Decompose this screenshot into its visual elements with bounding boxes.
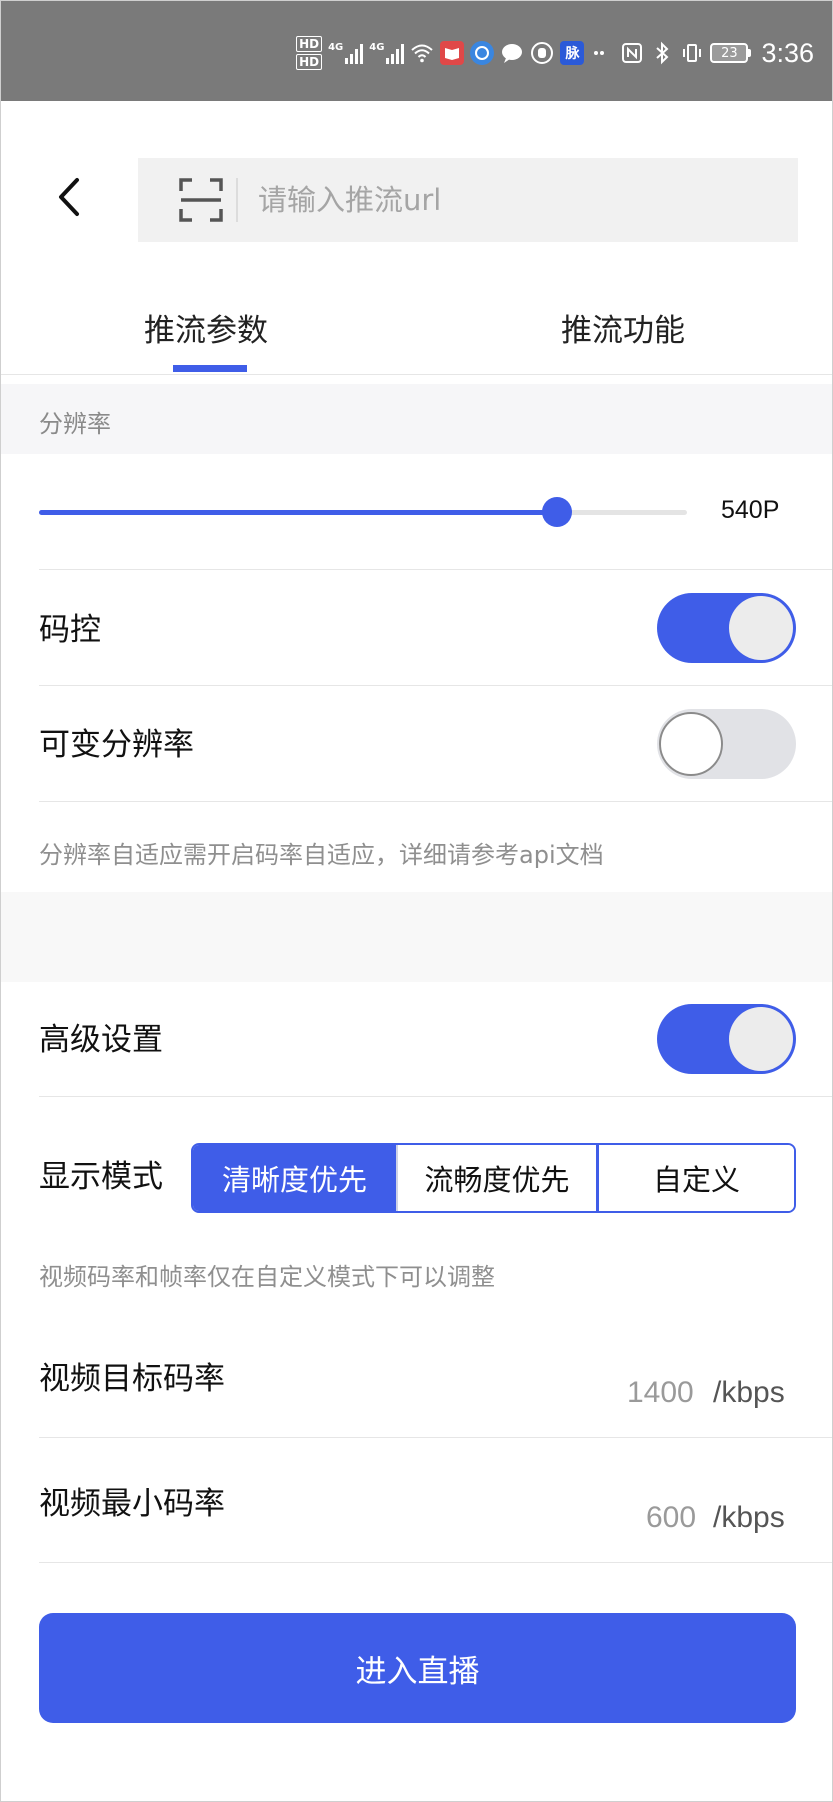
mode-custom[interactable]: 自定义 (596, 1145, 794, 1211)
divider (39, 1096, 832, 1097)
divider (39, 1562, 832, 1563)
divider (39, 801, 832, 802)
app-screen: HD HD 4G 4G 脉 23 3:36 请输入推流url 推流参数 推流功能… (0, 0, 833, 1802)
tab-push-functions[interactable]: 推流功能 (561, 305, 685, 350)
hd-badge-1: HD (296, 36, 323, 52)
advanced-settings-toggle[interactable] (657, 1004, 796, 1074)
vibrate-icon (683, 44, 702, 62)
scan-icon[interactable] (178, 177, 224, 223)
toggle-knob (659, 712, 723, 776)
min-bitrate-value[interactable]: 600 (646, 1501, 696, 1535)
mode-clarity-first[interactable]: 清晰度优先 (193, 1145, 396, 1211)
push-url-input[interactable] (258, 183, 738, 217)
rate-note: 视频码率和帧率仅在自定义模式下可以调整 (39, 1263, 495, 1291)
back-button[interactable] (41, 167, 97, 227)
wifi-icon (411, 44, 434, 63)
mode-smoothness-first[interactable]: 流畅度优先 (396, 1145, 596, 1211)
variable-resolution-label: 可变分辨率 (39, 727, 194, 763)
enter-live-button[interactable]: 进入直播 (39, 1613, 796, 1723)
network-type-2: 4G (369, 42, 385, 53)
dots-icon (594, 51, 605, 55)
display-mode-segmented: 清晰度优先 流畅度优先 自定义 (191, 1143, 796, 1213)
chat-bubble-icon (502, 44, 523, 63)
active-tab-indicator (173, 365, 247, 372)
divider (39, 1437, 832, 1438)
min-bitrate-unit: /kbps (713, 1501, 785, 1534)
search-bar[interactable] (138, 158, 798, 242)
nfc-icon (622, 43, 643, 63)
hand-app-icon (531, 42, 554, 64)
target-bitrate-value[interactable]: 1400 (627, 1376, 694, 1410)
status-bar: HD HD 4G 4G 脉 23 3:36 (1, 1, 832, 101)
bluetooth-icon (656, 41, 669, 65)
target-bitrate-label: 视频目标码率 (39, 1361, 225, 1397)
target-bitrate-unit: /kbps (713, 1376, 785, 1409)
tab-push-params[interactable]: 推流参数 (144, 305, 268, 350)
signal-1-icon: 4G (328, 42, 364, 64)
hd-indicator: HD HD (296, 36, 323, 70)
network-type-1: 4G (328, 42, 344, 53)
section-spacer (1, 892, 832, 982)
resolution-slider[interactable] (39, 510, 687, 515)
battery-icon: 23 (710, 43, 752, 63)
min-bitrate-label: 视频最小码率 (39, 1486, 225, 1522)
resolution-section-header: 分辨率 (1, 384, 832, 454)
clock-time: 3:36 (761, 37, 814, 68)
resolution-note: 分辨率自适应需开启码率自适应，详细请参考api文档 (39, 841, 604, 869)
resolution-slider-thumb[interactable] (542, 497, 573, 527)
status-icons: HD HD 4G 4G 脉 23 3:36 (296, 33, 814, 73)
chevron-left-icon (59, 178, 79, 216)
resolution-slider-fill (39, 510, 558, 515)
rate-control-label: 码控 (39, 612, 101, 648)
search-divider (236, 178, 238, 222)
toggle-knob (729, 596, 793, 660)
tab-bar: 推流参数 推流功能 (1, 291, 832, 375)
divider (39, 685, 832, 686)
maimai-app-icon: 脉 (560, 41, 585, 65)
hd-badge-2: HD (296, 54, 323, 70)
resolution-value: 540P (721, 496, 780, 524)
display-mode-label: 显示模式 (39, 1159, 163, 1195)
battery-level: 23 (710, 43, 749, 63)
variable-resolution-toggle[interactable] (657, 709, 796, 779)
signal-2-icon: 4G (369, 42, 405, 64)
rate-control-toggle[interactable] (657, 593, 796, 663)
advanced-settings-label: 高级设置 (39, 1022, 163, 1058)
resolution-section-title: 分辨率 (39, 410, 111, 438)
divider (39, 569, 832, 570)
book-app-icon (440, 41, 465, 65)
browser-app-icon (470, 41, 495, 65)
toggle-knob (729, 1007, 793, 1071)
